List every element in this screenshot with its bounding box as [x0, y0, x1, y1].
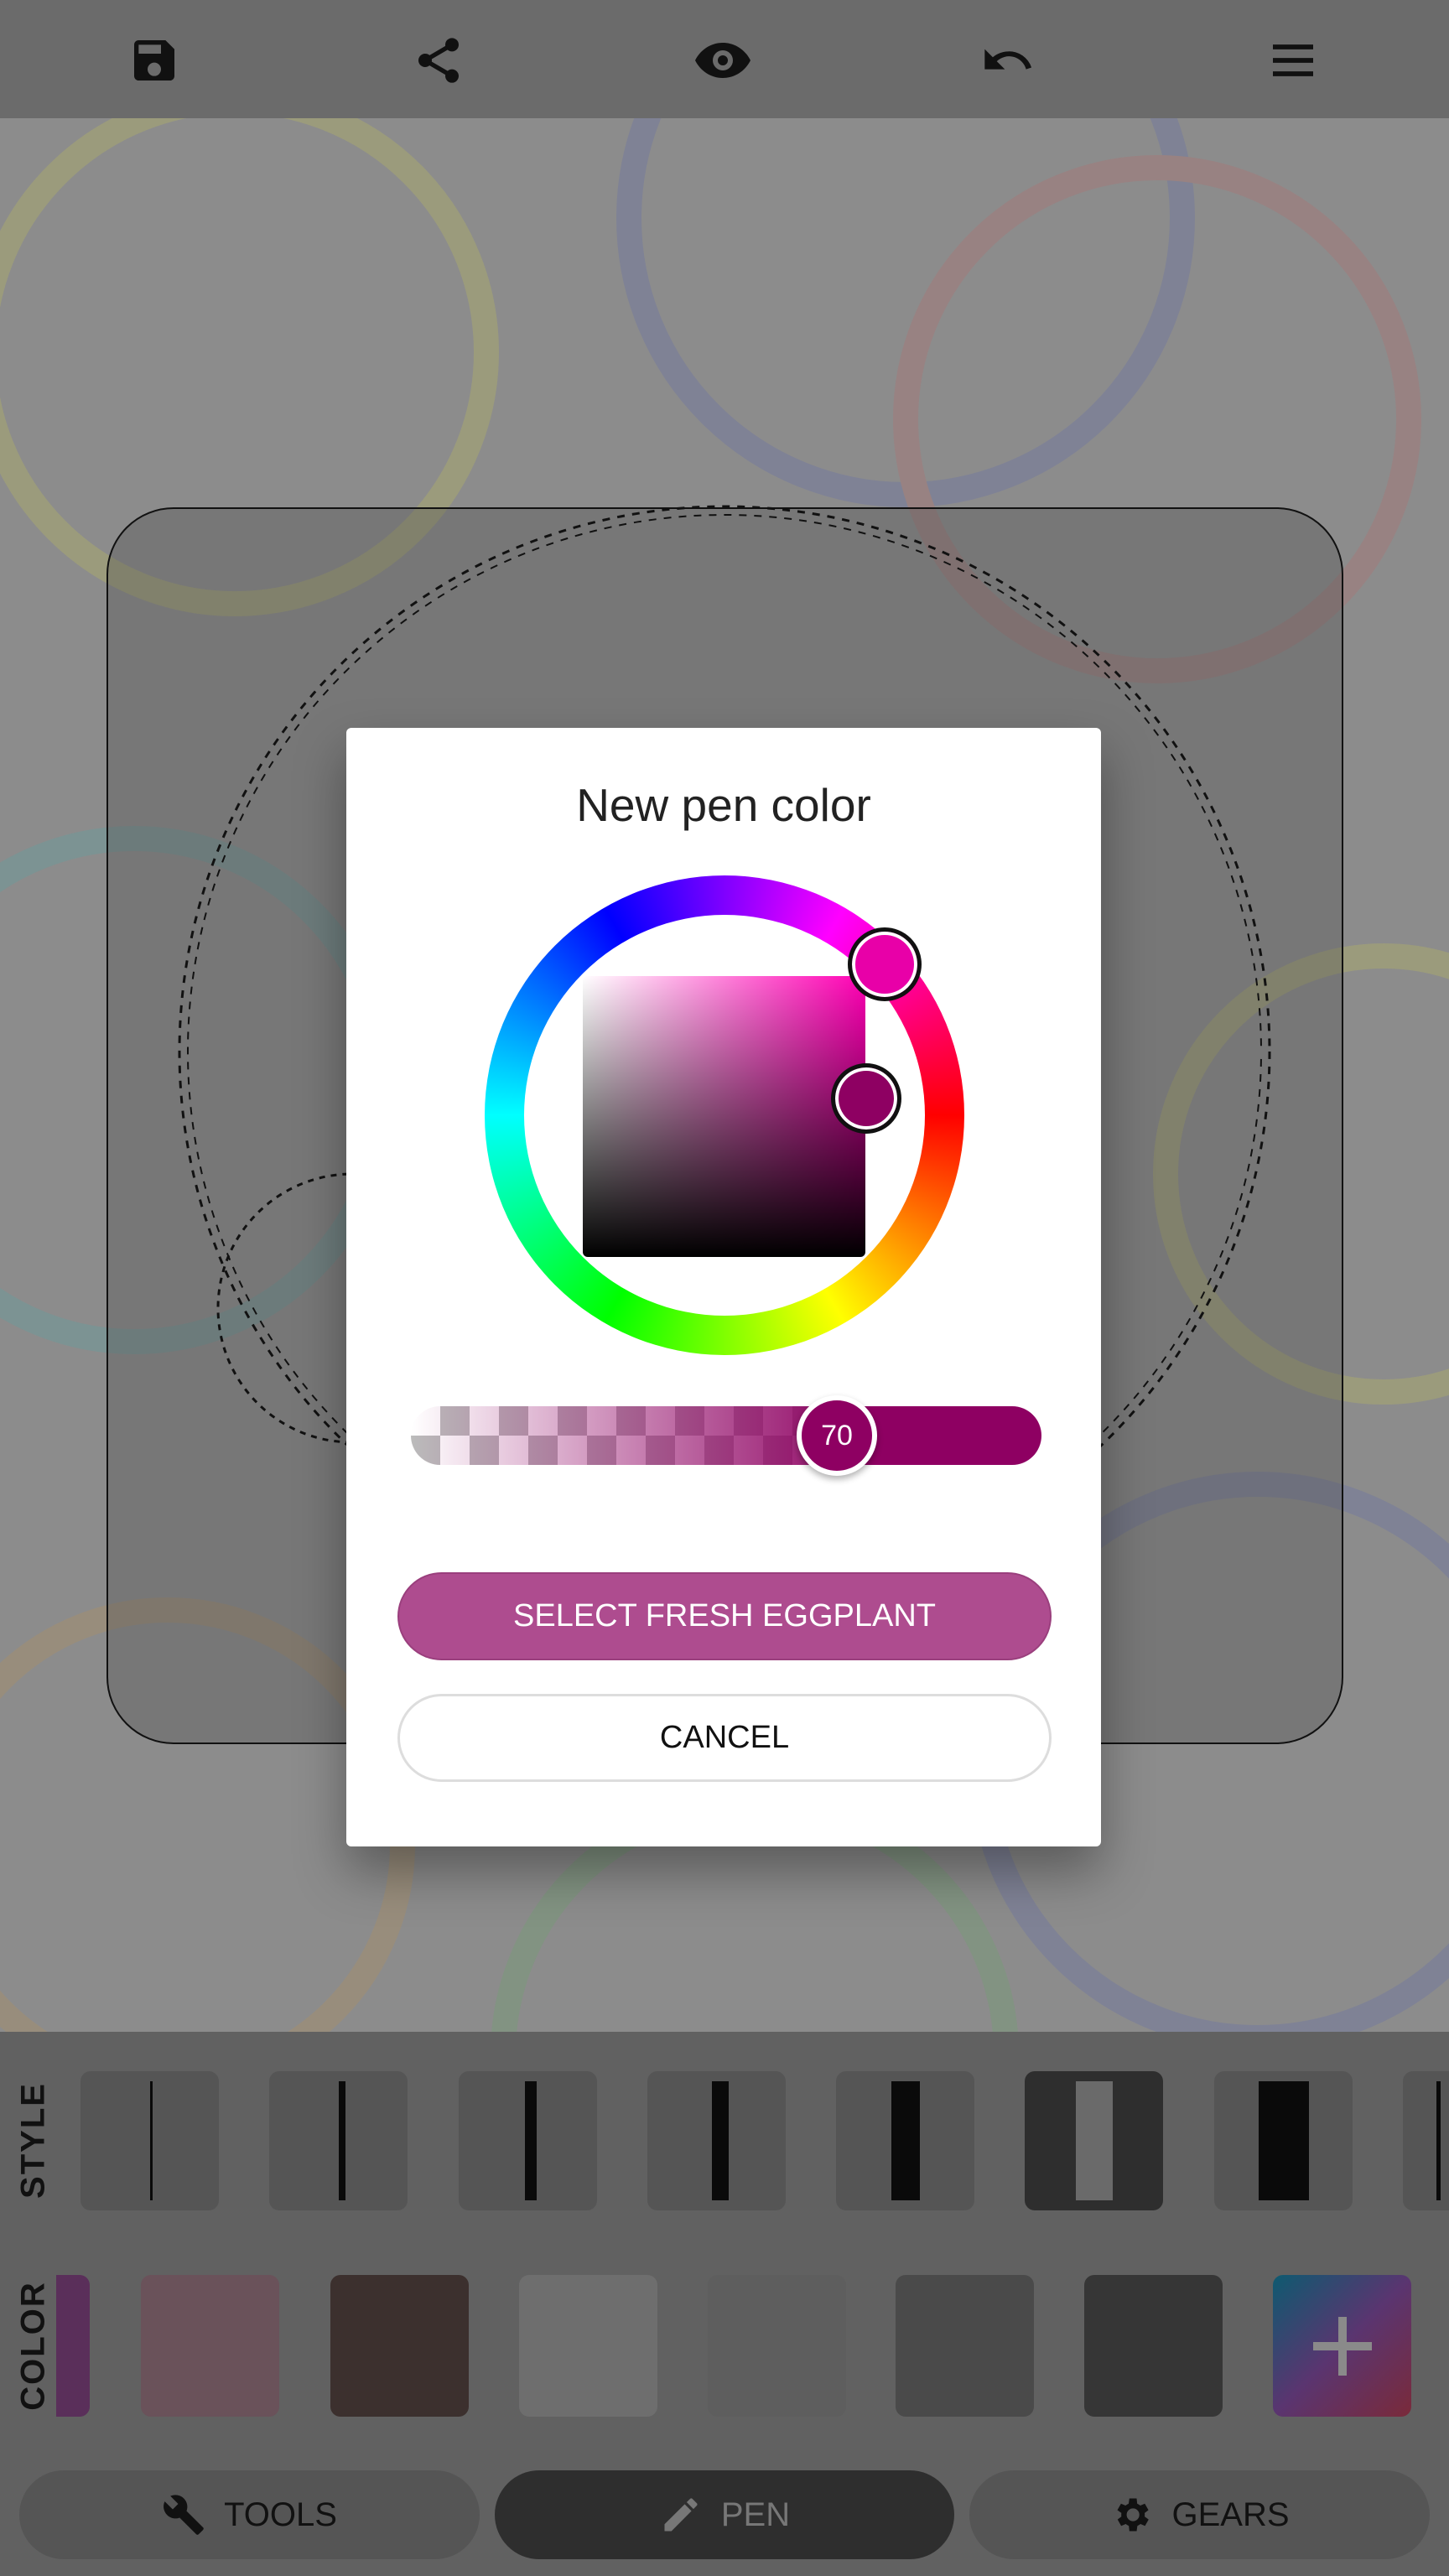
style-label: STYLE	[14, 2082, 52, 2199]
plus-icon	[1312, 2316, 1372, 2376]
pencil-icon	[664, 2498, 698, 2532]
nav-pen[interactable]: PEN	[495, 2470, 954, 2559]
color-swatch[interactable]	[141, 2275, 279, 2417]
color-swatch[interactable]	[896, 2275, 1034, 2417]
cancel-button[interactable]: CANCEL	[397, 1694, 1052, 1782]
color-picker-dialog: New pen color 70 SELECT FRESH EGGPLANT C…	[346, 728, 1101, 1846]
color-swatch[interactable]	[330, 2275, 469, 2417]
color-swatch[interactable]	[519, 2275, 657, 2417]
opacity-slider[interactable]	[411, 1406, 1041, 1465]
style-tile[interactable]	[80, 2071, 219, 2210]
color-swatch[interactable]	[56, 2275, 90, 2417]
color-swatch[interactable]	[708, 2275, 846, 2417]
nav-gears[interactable]: GEARS	[969, 2470, 1430, 2559]
opacity-slider-knob[interactable]: 70	[797, 1395, 877, 1476]
select-color-button[interactable]: SELECT FRESH EGGPLANT	[397, 1572, 1052, 1660]
style-tile[interactable]	[459, 2071, 597, 2210]
nav-gears-label: GEARS	[1171, 2496, 1290, 2533]
saturation-value-square[interactable]	[583, 976, 865, 1257]
color-swatch[interactable]	[1084, 2275, 1223, 2417]
dialog-title: New pen color	[576, 779, 871, 831]
style-tile[interactable]	[1403, 2071, 1449, 2210]
style-tile[interactable]	[836, 2071, 974, 2210]
color-label: COLOR	[14, 2281, 52, 2411]
style-tile[interactable]	[647, 2071, 786, 2210]
nav-tools[interactable]: TOOLS	[19, 2470, 480, 2559]
add-color-button[interactable]	[1273, 2275, 1411, 2417]
wrench-icon	[164, 2495, 204, 2535]
color-handle[interactable]	[831, 1063, 901, 1134]
gear-icon	[1118, 2498, 1150, 2532]
nav-pen-label: PEN	[720, 2496, 791, 2533]
style-tile[interactable]	[1214, 2071, 1353, 2210]
style-tile[interactable]	[269, 2071, 408, 2210]
style-tile-selected[interactable]	[1025, 2071, 1163, 2210]
nav-tools-label: TOOLS	[224, 2496, 337, 2533]
hue-handle[interactable]	[848, 927, 922, 1001]
